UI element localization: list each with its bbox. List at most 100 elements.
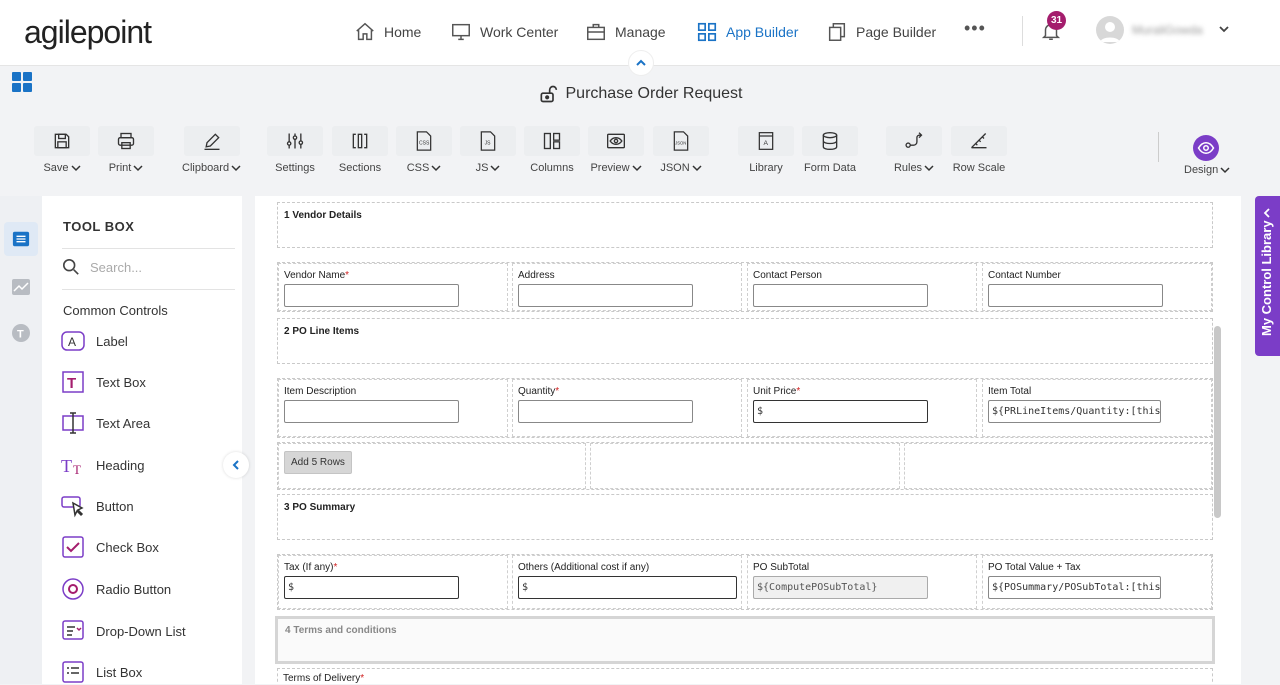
chevron-down-icon: [231, 165, 241, 172]
my-control-library-tab[interactable]: My Control Library: [1255, 196, 1280, 356]
tax-input[interactable]: $: [284, 576, 459, 599]
user-menu-chevron[interactable]: [1218, 22, 1230, 40]
toolbox-item-drop-down-list[interactable]: Drop-Down List: [60, 618, 186, 644]
contact-number-cell[interactable]: Contact Number: [982, 263, 1212, 311]
design-label: Design: [1184, 164, 1219, 176]
toolbox-tab[interactable]: [4, 222, 38, 256]
nav-work-center[interactable]: Work Center: [450, 20, 558, 44]
label-control-icon: A: [61, 331, 85, 351]
po-total-input[interactable]: ${POSummary/POSubTotal:[this]} +$: [988, 576, 1161, 599]
agilepoint-logo[interactable]: agilepoint: [24, 14, 152, 51]
preview-button[interactable]: Preview: [588, 126, 644, 174]
clipboard-button[interactable]: Clipboard: [182, 126, 241, 174]
item-total-input[interactable]: ${PRLineItems/Quantity:[this]} * ${P: [988, 400, 1161, 423]
nav-manage[interactable]: Manage: [585, 20, 666, 44]
canvas-scrollbar[interactable]: [1214, 326, 1221, 518]
toolbox-item-text-box[interactable]: T Text Box: [60, 369, 146, 395]
toolbox-item-radio-button[interactable]: Radio Button: [60, 576, 171, 602]
nav-app-builder[interactable]: App Builder: [696, 20, 798, 44]
save-button[interactable]: Save: [34, 126, 90, 174]
svg-text:T: T: [73, 462, 81, 477]
vendor-name-cell[interactable]: Vendor Name*: [278, 263, 508, 311]
field-label: Item Description: [284, 386, 357, 397]
others-input[interactable]: $: [518, 576, 737, 599]
analytics-tab[interactable]: [4, 270, 38, 304]
sliders-icon: [286, 133, 304, 149]
unit-price-cell[interactable]: Unit Price* $: [747, 379, 977, 437]
contact-person-input[interactable]: [753, 284, 928, 307]
print-button[interactable]: Print: [98, 126, 154, 174]
form-data-button[interactable]: Form Data: [802, 126, 858, 174]
library-button[interactable]: A Library: [738, 126, 794, 174]
theme-icon: T: [12, 324, 30, 342]
add-5-rows-button[interactable]: Add 5 Rows: [284, 451, 352, 474]
item-description-cell[interactable]: Item Description: [278, 379, 508, 437]
svg-text:A: A: [68, 335, 76, 349]
divider: [62, 289, 235, 290]
json-button[interactable]: JSON JSON: [653, 126, 709, 174]
toolbox-item-label[interactable]: A Label: [60, 328, 128, 354]
toolbox-item-heading[interactable]: TT Heading: [60, 452, 144, 478]
vendor-name-input[interactable]: [284, 284, 459, 307]
css-button[interactable]: CSS CSS: [396, 126, 452, 174]
theme-tab[interactable]: T: [4, 316, 38, 350]
tax-cell[interactable]: Tax (If any)* $: [278, 555, 508, 609]
design-button[interactable]: [1193, 135, 1219, 161]
empty-cell[interactable]: [590, 443, 900, 489]
row-scale-button[interactable]: Row Scale: [951, 126, 1007, 174]
empty-cell[interactable]: [904, 443, 1212, 489]
rules-button[interactable]: Rules: [886, 126, 942, 174]
form-data-label: Form Data: [804, 162, 856, 174]
design-menu[interactable]: Design: [1184, 164, 1230, 176]
dropdown-icon: [62, 620, 84, 640]
section-po-line-items[interactable]: 2 PO Line Items: [277, 318, 1213, 364]
unit-price-input[interactable]: $: [753, 400, 928, 423]
nav-app-builder-label: App Builder: [726, 24, 799, 40]
save-label: Save: [43, 162, 69, 174]
contact-number-input[interactable]: [988, 284, 1163, 307]
nav-page-builder[interactable]: Page Builder: [826, 20, 936, 44]
contact-person-cell[interactable]: Contact Person: [747, 263, 977, 311]
quantity-input[interactable]: [518, 400, 693, 423]
po-subtotal-cell[interactable]: PO SubTotal ${ComputePOSubTotal}: [747, 555, 977, 609]
item-description-input[interactable]: [284, 400, 459, 423]
database-icon: [822, 132, 838, 151]
toolbox-item-name: Drop-Down List: [96, 623, 186, 639]
more-menu-button[interactable]: •••: [964, 18, 986, 39]
address-input[interactable]: [518, 284, 693, 307]
toolbox-item-button[interactable]: Button: [60, 493, 134, 519]
field-label: Address: [518, 270, 555, 281]
json-file-icon: JSON: [673, 131, 689, 151]
library-icon: A: [758, 132, 774, 150]
js-button[interactable]: JS JS: [460, 126, 516, 174]
po-total-cell[interactable]: PO Total Value + Tax ${POSummary/POSubTo…: [982, 555, 1212, 609]
po-subtotal-input[interactable]: ${ComputePOSubTotal}: [753, 576, 928, 599]
section-vendor-details[interactable]: 1 Vendor Details: [277, 202, 1213, 248]
columns-icon: [543, 132, 561, 150]
item-total-cell[interactable]: Item Total ${PRLineItems/Quantity:[this]…: [982, 379, 1212, 437]
collapse-toolbox-button[interactable]: [223, 452, 249, 478]
chevron-down-icon: [1220, 167, 1230, 174]
columns-button[interactable]: Columns: [524, 126, 580, 174]
toolbox-item-text-area[interactable]: Text Area: [60, 410, 150, 436]
row-scale-label: Row Scale: [952, 162, 1006, 174]
js-label: JS: [475, 162, 489, 174]
toolbox-item-list-box[interactable]: List Box: [60, 659, 142, 685]
avatar[interactable]: [1096, 16, 1124, 44]
briefcase-icon: [587, 23, 605, 41]
settings-button[interactable]: Settings: [267, 126, 323, 174]
section-po-summary[interactable]: 3 PO Summary: [277, 494, 1213, 540]
columns-label: Columns: [530, 162, 574, 174]
quantity-cell[interactable]: Quantity*: [512, 379, 742, 437]
nav-home[interactable]: Home: [354, 20, 421, 44]
toolbox-search[interactable]: Search...: [62, 258, 142, 276]
sections-button[interactable]: Sections: [332, 126, 388, 174]
unlock-icon[interactable]: [538, 84, 558, 104]
others-cell[interactable]: Others (Additional cost if any) $: [512, 555, 742, 609]
address-cell[interactable]: Address: [512, 263, 742, 311]
svg-text:T: T: [17, 329, 24, 341]
svg-text:JSON: JSON: [675, 140, 686, 145]
chevron-down-icon: [924, 165, 934, 172]
section-terms-and-conditions[interactable]: 4 Terms and conditions: [275, 616, 1215, 664]
toolbox-item-check-box[interactable]: Check Box: [60, 534, 159, 560]
